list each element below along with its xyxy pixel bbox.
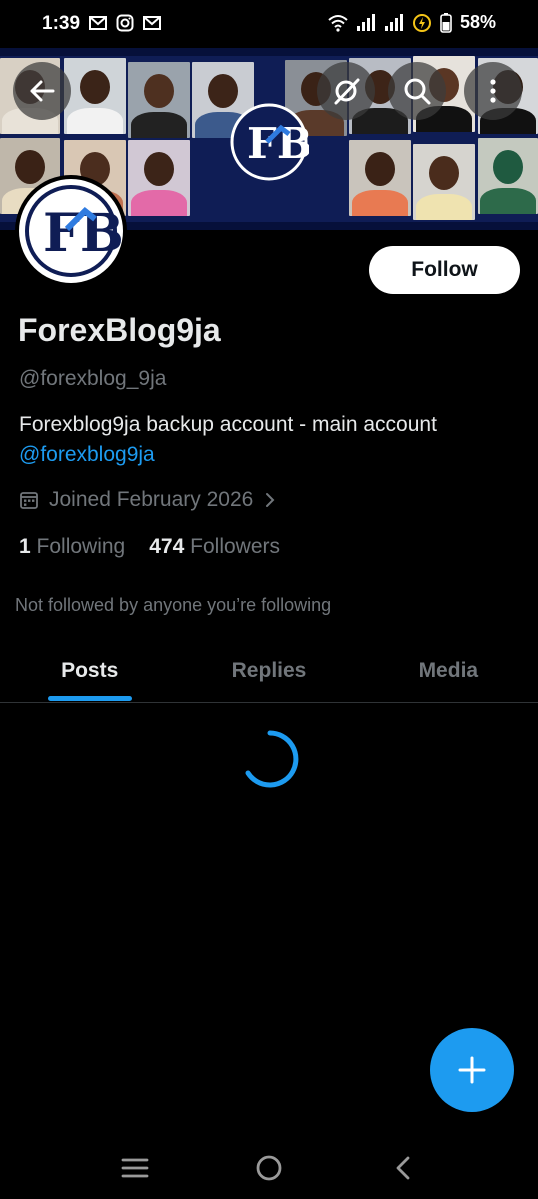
notification-icons — [88, 14, 162, 32]
recents-icon — [121, 1158, 149, 1178]
avatar-image: FB — [19, 179, 123, 283]
banner-logo-text: FB — [247, 119, 309, 168]
chevron-right-icon — [266, 493, 275, 507]
plus-icon — [458, 1056, 486, 1084]
joined-date-row[interactable]: Joined February 2026 — [19, 488, 277, 512]
more-vertical-icon — [490, 79, 496, 103]
joined-date: Joined February 2026 — [49, 488, 254, 511]
grok-icon — [334, 78, 360, 105]
search-button[interactable] — [388, 62, 446, 120]
followers-count: 474 — [149, 535, 185, 558]
instagram-icon — [116, 14, 134, 32]
following-label: Following — [36, 535, 126, 558]
signal-icon — [356, 13, 375, 31]
profile-tabs: Posts Replies Media — [0, 640, 538, 703]
profile-page: 1:39 58% FB FB Follow ForexBlog9ja @fore… — [0, 0, 538, 1199]
status-time: 1:39 — [42, 13, 81, 34]
compose-fab[interactable] — [430, 1028, 514, 1112]
bio-text: Forexblog9ja backup account - main accou… — [19, 413, 437, 436]
home-icon — [256, 1155, 282, 1181]
handle: @forexblog_9ja — [19, 367, 167, 390]
data-saver-icon — [412, 13, 431, 32]
recents-button[interactable] — [115, 1152, 155, 1184]
followers-link[interactable]: 474 Followers — [149, 535, 280, 559]
follow-button[interactable]: Follow — [369, 246, 520, 294]
following-count: 1 — [19, 535, 31, 558]
battery-icon — [440, 12, 452, 33]
following-link[interactable]: 1 Following — [19, 535, 125, 559]
back-icon — [396, 1156, 410, 1180]
system-back-button[interactable] — [383, 1152, 423, 1184]
bio-link[interactable]: @forexblog9ja — [19, 440, 519, 470]
arrow-left-icon — [30, 80, 55, 102]
tab-replies[interactable]: Replies — [179, 640, 358, 702]
gmail-icon — [89, 16, 107, 30]
wifi-icon — [328, 14, 348, 32]
display-name: ForexBlog9ja — [18, 312, 221, 348]
grok-button[interactable] — [317, 62, 375, 120]
bio: Forexblog9ja backup account - main accou… — [19, 410, 519, 470]
followers-label: Followers — [190, 535, 280, 558]
not-followed-notice: Not followed by anyone you’re following — [15, 595, 332, 615]
system-nav-bar — [0, 1134, 538, 1199]
status-system-icons: 58% — [328, 12, 496, 33]
calendar-icon — [20, 492, 38, 509]
follow-stats: 1 Following 474 Followers — [19, 535, 280, 559]
back-button[interactable] — [13, 62, 71, 120]
gmail-icon — [143, 16, 161, 30]
banner-logo: FB — [230, 103, 309, 181]
more-button[interactable] — [464, 62, 522, 120]
home-button[interactable] — [249, 1152, 289, 1184]
tab-posts[interactable]: Posts — [0, 640, 179, 702]
active-tab-indicator — [48, 696, 132, 701]
search-icon — [404, 78, 431, 105]
avatar-logo: FB — [25, 185, 123, 277]
loading-spinner — [245, 730, 299, 788]
avatar[interactable]: FB — [15, 175, 127, 287]
tab-media[interactable]: Media — [359, 640, 538, 702]
battery-percent: 58% — [459, 12, 496, 32]
status-bar: 1:39 58% — [0, 0, 538, 48]
signal-icon — [384, 13, 403, 31]
